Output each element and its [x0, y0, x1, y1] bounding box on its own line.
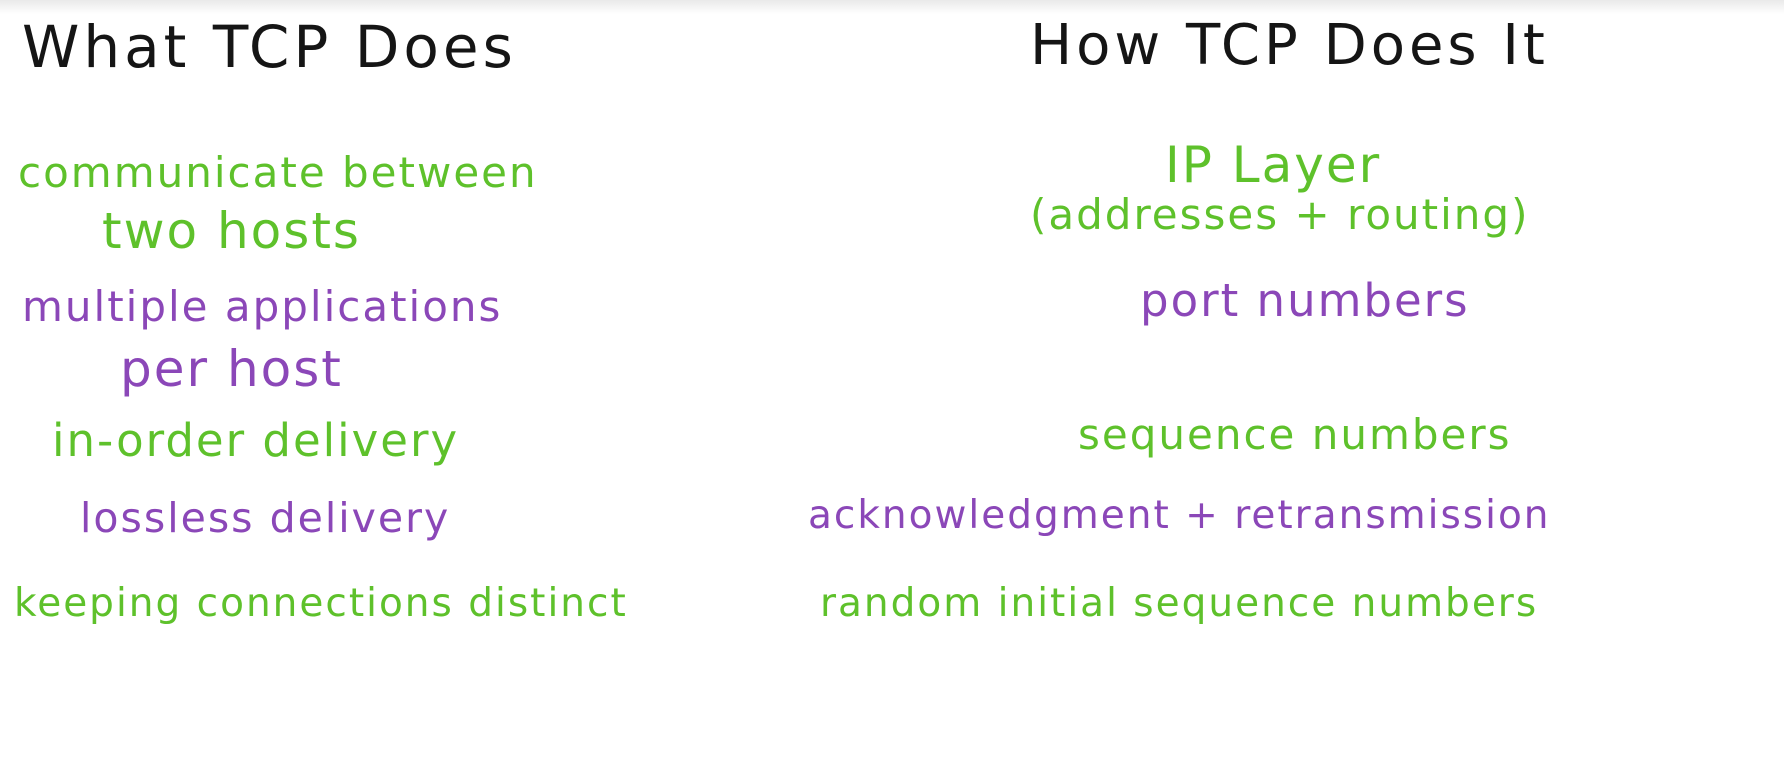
what-item-multiple-apps-line1: multiple applications	[22, 282, 503, 331]
what-item-in-order-delivery: in-order delivery	[52, 414, 460, 467]
how-item-random-isn: random initial sequence numbers	[820, 581, 1539, 626]
what-item-communicate-line2: two hosts	[102, 202, 361, 260]
whiteboard: What TCP Does How TCP Does It communicat…	[0, 0, 1784, 764]
how-item-ack-retransmission: acknowledgment + retransmission	[808, 493, 1551, 538]
what-item-keeping-connections: keeping connections distinct	[14, 581, 628, 626]
how-item-ip-layer-line2: (addresses + routing)	[1030, 190, 1530, 239]
what-item-lossless-delivery: lossless delivery	[80, 494, 451, 542]
how-item-sequence-numbers: sequence numbers	[1078, 410, 1512, 459]
heading-how-tcp-does-it: How TCP Does It	[1030, 13, 1549, 78]
how-item-ip-layer-line1: IP Layer	[1165, 136, 1382, 194]
what-item-communicate-line1: communicate between	[18, 148, 538, 197]
heading-what-tcp-does: What TCP Does	[22, 13, 517, 81]
how-item-port-numbers: port numbers	[1140, 274, 1470, 327]
what-item-multiple-apps-line2: per host	[120, 340, 343, 398]
